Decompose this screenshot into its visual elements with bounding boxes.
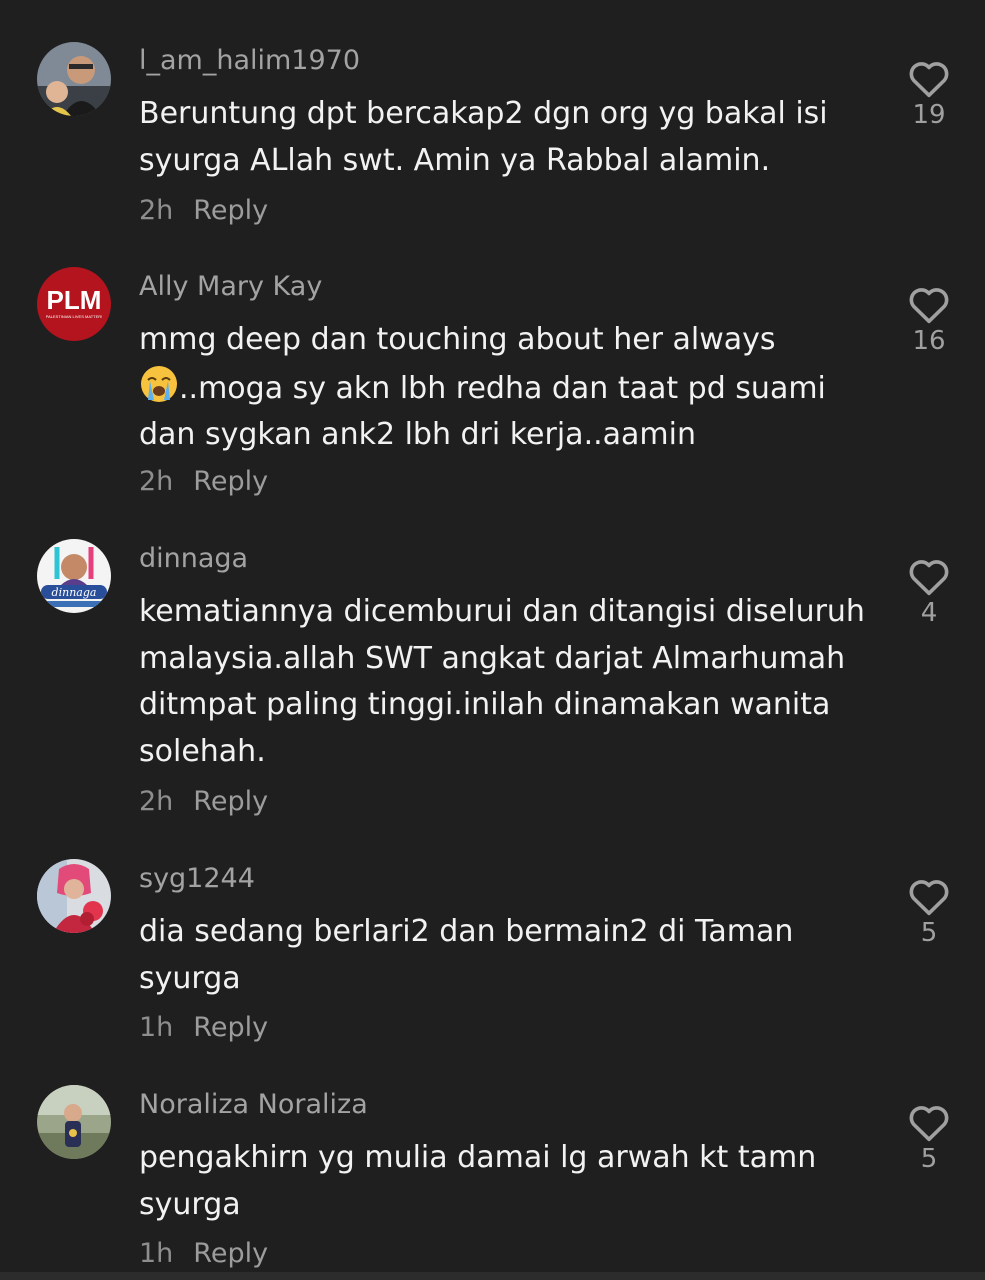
username[interactable]: l_am_halim1970 bbox=[139, 45, 360, 76]
timestamp: 1h bbox=[139, 1012, 174, 1043]
heart-icon[interactable] bbox=[907, 876, 951, 916]
username[interactable]: Ally Mary Kay bbox=[139, 271, 322, 302]
avatar-script-text: dinnaga bbox=[52, 586, 97, 599]
like-control: 5 bbox=[905, 876, 953, 948]
comment-meta: 1h Reply bbox=[139, 1012, 268, 1043]
like-control: 4 bbox=[905, 556, 953, 628]
like-count: 5 bbox=[920, 918, 938, 948]
comment-text: pengakhirn yg mulia damai lg arwah kt ta… bbox=[139, 1140, 817, 1222]
loudly-crying-face-icon bbox=[141, 365, 177, 402]
heart-icon[interactable] bbox=[907, 58, 951, 98]
timestamp: 1h bbox=[139, 1238, 174, 1269]
comment-text-part: ..moga sy akn lbh redha dan taat pd suam… bbox=[139, 370, 826, 453]
like-control: 16 bbox=[905, 284, 953, 356]
username[interactable]: Noraliza Noraliza bbox=[139, 1089, 368, 1120]
like-count: 16 bbox=[912, 326, 946, 356]
avatar[interactable]: dinnaga bbox=[37, 539, 111, 613]
reply-button[interactable]: Reply bbox=[193, 1012, 268, 1043]
like-count: 19 bbox=[912, 100, 946, 130]
comment-text-part: mmg deep dan touching about her always bbox=[139, 322, 776, 357]
avatar-logo-subtext: PALESTINIAN LIVES MATTER! bbox=[46, 314, 103, 319]
reply-button[interactable]: Reply bbox=[193, 786, 268, 817]
heart-icon[interactable] bbox=[907, 1102, 951, 1142]
reply-button[interactable]: Reply bbox=[193, 1238, 268, 1269]
reply-button[interactable]: Reply bbox=[193, 466, 268, 497]
comment-meta: 2h Reply bbox=[139, 195, 268, 226]
timestamp: 2h bbox=[139, 466, 174, 497]
like-control: 5 bbox=[905, 1102, 953, 1174]
comment-meta: 2h Reply bbox=[139, 786, 268, 817]
like-control: 19 bbox=[905, 58, 953, 130]
like-count: 5 bbox=[920, 1144, 938, 1174]
like-count: 4 bbox=[920, 598, 938, 628]
comment-text: dia sedang berlari2 dan bermain2 di Tama… bbox=[139, 914, 794, 996]
timestamp: 2h bbox=[139, 195, 174, 226]
reply-button[interactable]: Reply bbox=[193, 195, 268, 226]
comment-meta: 1h Reply bbox=[139, 1238, 268, 1269]
username[interactable]: dinnaga bbox=[139, 543, 248, 574]
heart-icon[interactable] bbox=[907, 556, 951, 596]
timestamp: 2h bbox=[139, 786, 174, 817]
comment-text: kematiannya dicemburui dan ditangisi dis… bbox=[139, 594, 865, 769]
username[interactable]: syg1244 bbox=[139, 863, 255, 894]
avatar[interactable] bbox=[37, 1085, 111, 1159]
comment-text: Beruntung dpt bercakap2 dgn org yg bakal… bbox=[139, 96, 828, 178]
bottom-edge bbox=[0, 1272, 985, 1280]
avatar[interactable] bbox=[37, 42, 111, 116]
heart-icon[interactable] bbox=[907, 284, 951, 324]
avatar[interactable] bbox=[37, 859, 111, 933]
comment-meta: 2h Reply bbox=[139, 466, 268, 497]
comment-text: mmg deep dan touching about her always .… bbox=[139, 317, 879, 459]
avatar-logo-text: PLM bbox=[47, 285, 102, 315]
avatar[interactable]: PLM PALESTINIAN LIVES MATTER! bbox=[37, 267, 111, 341]
